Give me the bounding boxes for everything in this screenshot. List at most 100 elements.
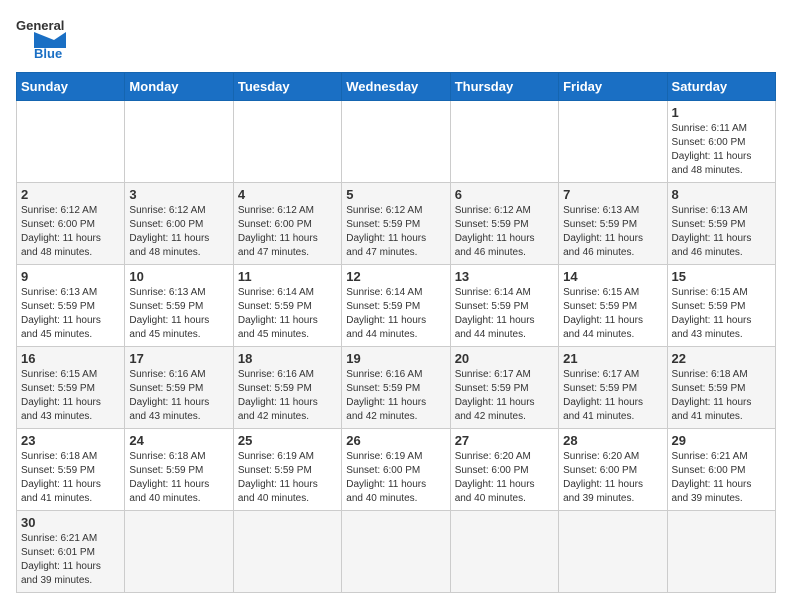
calendar-week-3: 16 Sunrise: 6:15 AMSunset: 5:59 PMDayligh… [17,347,776,429]
calendar-cell: 26 Sunrise: 6:19 AMSunset: 6:00 PMDayligh… [342,429,450,511]
day-number: 18 [238,351,337,366]
weekday-header-thursday: Thursday [450,73,558,101]
calendar-cell: 30Sunrise: 6:21 AMSunset: 6:01 PMDayligh… [17,511,125,593]
day-info: Sunrise: 6:20 AMSunset: 6:00 PMDaylight:… [563,450,662,506]
day-number: 22 [672,351,771,366]
day-info: Sunrise: 6:18 AMSunset: 5:59 PMDaylight:… [672,368,771,424]
calendar-cell [233,511,341,593]
day-info: Sunrise: 6:15 AMSunset: 5:59 PMDaylight:… [563,286,662,342]
day-number: 21 [563,351,662,366]
svg-text:General: General [16,18,64,33]
day-number: 6 [455,187,554,202]
calendar-cell: 7 Sunrise: 6:13 AMSunset: 5:59 PMDaylight… [559,183,667,265]
day-number: 8 [672,187,771,202]
calendar-week-5: 30Sunrise: 6:21 AMSunset: 6:01 PMDayligh… [17,511,776,593]
calendar-cell: 18 Sunrise: 6:16 AMSunset: 5:59 PMDayligh… [233,347,341,429]
day-info: Sunrise: 6:12 AMSunset: 5:59 PMDaylight:… [455,204,554,260]
day-number: 12 [346,269,445,284]
day-info: Sunrise: 6:16 AMSunset: 5:59 PMDaylight:… [346,368,445,424]
calendar-cell [667,511,775,593]
day-number: 17 [129,351,228,366]
day-info: Sunrise: 6:15 AMSunset: 5:59 PMDaylight:… [21,368,120,424]
day-info: Sunrise: 6:18 AMSunset: 5:59 PMDaylight:… [21,450,120,506]
day-number: 15 [672,269,771,284]
day-info: Sunrise: 6:13 AMSunset: 5:59 PMDaylight:… [129,286,228,342]
calendar-cell: 10 Sunrise: 6:13 AMSunset: 5:59 PMDayligh… [125,265,233,347]
calendar-cell: 3Sunrise: 6:12 AMSunset: 6:00 PMDaylight… [125,183,233,265]
day-info: Sunrise: 6:12 AMSunset: 6:00 PMDaylight:… [238,204,337,260]
day-info: Sunrise: 6:16 AMSunset: 5:59 PMDaylight:… [238,368,337,424]
day-info: Sunrise: 6:14 AMSunset: 5:59 PMDaylight:… [346,286,445,342]
calendar-cell: 25Sunrise: 6:19 AMSunset: 5:59 PMDayligh… [233,429,341,511]
calendar-week-0: 1Sunrise: 6:11 AMSunset: 6:00 PMDaylight… [17,101,776,183]
day-info: Sunrise: 6:16 AMSunset: 5:59 PMDaylight:… [129,368,228,424]
calendar-cell: 23 Sunrise: 6:18 AMSunset: 5:59 PMDayligh… [17,429,125,511]
day-info: Sunrise: 6:18 AMSunset: 5:59 PMDaylight:… [129,450,228,506]
calendar-cell [17,101,125,183]
day-info: Sunrise: 6:12 AMSunset: 5:59 PMDaylight:… [346,204,445,260]
calendar-cell [450,511,558,593]
calendar-cell: 22 Sunrise: 6:18 AMSunset: 5:59 PMDayligh… [667,347,775,429]
calendar-cell [233,101,341,183]
day-info: Sunrise: 6:20 AMSunset: 6:00 PMDaylight:… [455,450,554,506]
weekday-header-sunday: Sunday [17,73,125,101]
calendar-cell: 27 Sunrise: 6:20 AMSunset: 6:00 PMDayligh… [450,429,558,511]
weekday-header-monday: Monday [125,73,233,101]
day-number: 13 [455,269,554,284]
day-info: Sunrise: 6:17 AMSunset: 5:59 PMDaylight:… [563,368,662,424]
day-number: 23 [21,433,120,448]
day-info: Sunrise: 6:13 AMSunset: 5:59 PMDaylight:… [563,204,662,260]
day-number: 4 [238,187,337,202]
day-number: 9 [21,269,120,284]
day-number: 7 [563,187,662,202]
day-number: 27 [455,433,554,448]
day-info: Sunrise: 6:15 AMSunset: 5:59 PMDaylight:… [672,286,771,342]
generalblue-logo-icon: General Blue [16,16,66,60]
day-number: 10 [129,269,228,284]
calendar-cell: 11Sunrise: 6:14 AMSunset: 5:59 PMDayligh… [233,265,341,347]
calendar-cell: 5Sunrise: 6:12 AMSunset: 5:59 PMDaylight… [342,183,450,265]
day-info: Sunrise: 6:14 AMSunset: 5:59 PMDaylight:… [238,286,337,342]
day-number: 1 [672,105,771,120]
calendar-week-1: 2Sunrise: 6:12 AMSunset: 6:00 PMDaylight… [17,183,776,265]
page-header: General Blue [16,16,776,60]
day-number: 26 [346,433,445,448]
weekday-header-saturday: Saturday [667,73,775,101]
weekday-header-tuesday: Tuesday [233,73,341,101]
day-number: 3 [129,187,228,202]
day-info: Sunrise: 6:19 AMSunset: 5:59 PMDaylight:… [238,450,337,506]
weekday-header-friday: Friday [559,73,667,101]
calendar-table: SundayMondayTuesdayWednesdayThursdayFrid… [16,72,776,593]
calendar-cell [342,101,450,183]
calendar-week-2: 9 Sunrise: 6:13 AMSunset: 5:59 PMDaylight… [17,265,776,347]
weekday-header-wednesday: Wednesday [342,73,450,101]
calendar-cell: 2Sunrise: 6:12 AMSunset: 6:00 PMDaylight… [17,183,125,265]
day-number: 24 [129,433,228,448]
calendar-cell [450,101,558,183]
day-number: 29 [672,433,771,448]
day-number: 14 [563,269,662,284]
weekday-header-row: SundayMondayTuesdayWednesdayThursdayFrid… [17,73,776,101]
calendar-cell: 16 Sunrise: 6:15 AMSunset: 5:59 PMDayligh… [17,347,125,429]
calendar-week-4: 23 Sunrise: 6:18 AMSunset: 5:59 PMDayligh… [17,429,776,511]
day-info: Sunrise: 6:13 AMSunset: 5:59 PMDaylight:… [672,204,771,260]
svg-text:Blue: Blue [34,46,62,60]
calendar-cell: 14 Sunrise: 6:15 AMSunset: 5:59 PMDayligh… [559,265,667,347]
calendar-cell: 4 Sunrise: 6:12 AMSunset: 6:00 PMDaylight… [233,183,341,265]
day-info: Sunrise: 6:13 AMSunset: 5:59 PMDaylight:… [21,286,120,342]
day-info: Sunrise: 6:17 AMSunset: 5:59 PMDaylight:… [455,368,554,424]
day-info: Sunrise: 6:14 AMSunset: 5:59 PMDaylight:… [455,286,554,342]
calendar-cell: 13 Sunrise: 6:14 AMSunset: 5:59 PMDayligh… [450,265,558,347]
calendar-cell: 9 Sunrise: 6:13 AMSunset: 5:59 PMDaylight… [17,265,125,347]
logo: General Blue [16,16,66,60]
calendar-cell: 15 Sunrise: 6:15 AMSunset: 5:59 PMDayligh… [667,265,775,347]
calendar-cell: 8 Sunrise: 6:13 AMSunset: 5:59 PMDaylight… [667,183,775,265]
day-number: 16 [21,351,120,366]
calendar-cell: 19Sunrise: 6:16 AMSunset: 5:59 PMDayligh… [342,347,450,429]
day-info: Sunrise: 6:21 AMSunset: 6:00 PMDaylight:… [672,450,771,506]
calendar-cell [125,511,233,593]
day-info: Sunrise: 6:19 AMSunset: 6:00 PMDaylight:… [346,450,445,506]
calendar-cell: 20Sunrise: 6:17 AMSunset: 5:59 PMDayligh… [450,347,558,429]
calendar-cell: 28Sunrise: 6:20 AMSunset: 6:00 PMDayligh… [559,429,667,511]
day-info: Sunrise: 6:21 AMSunset: 6:01 PMDaylight:… [21,532,120,588]
